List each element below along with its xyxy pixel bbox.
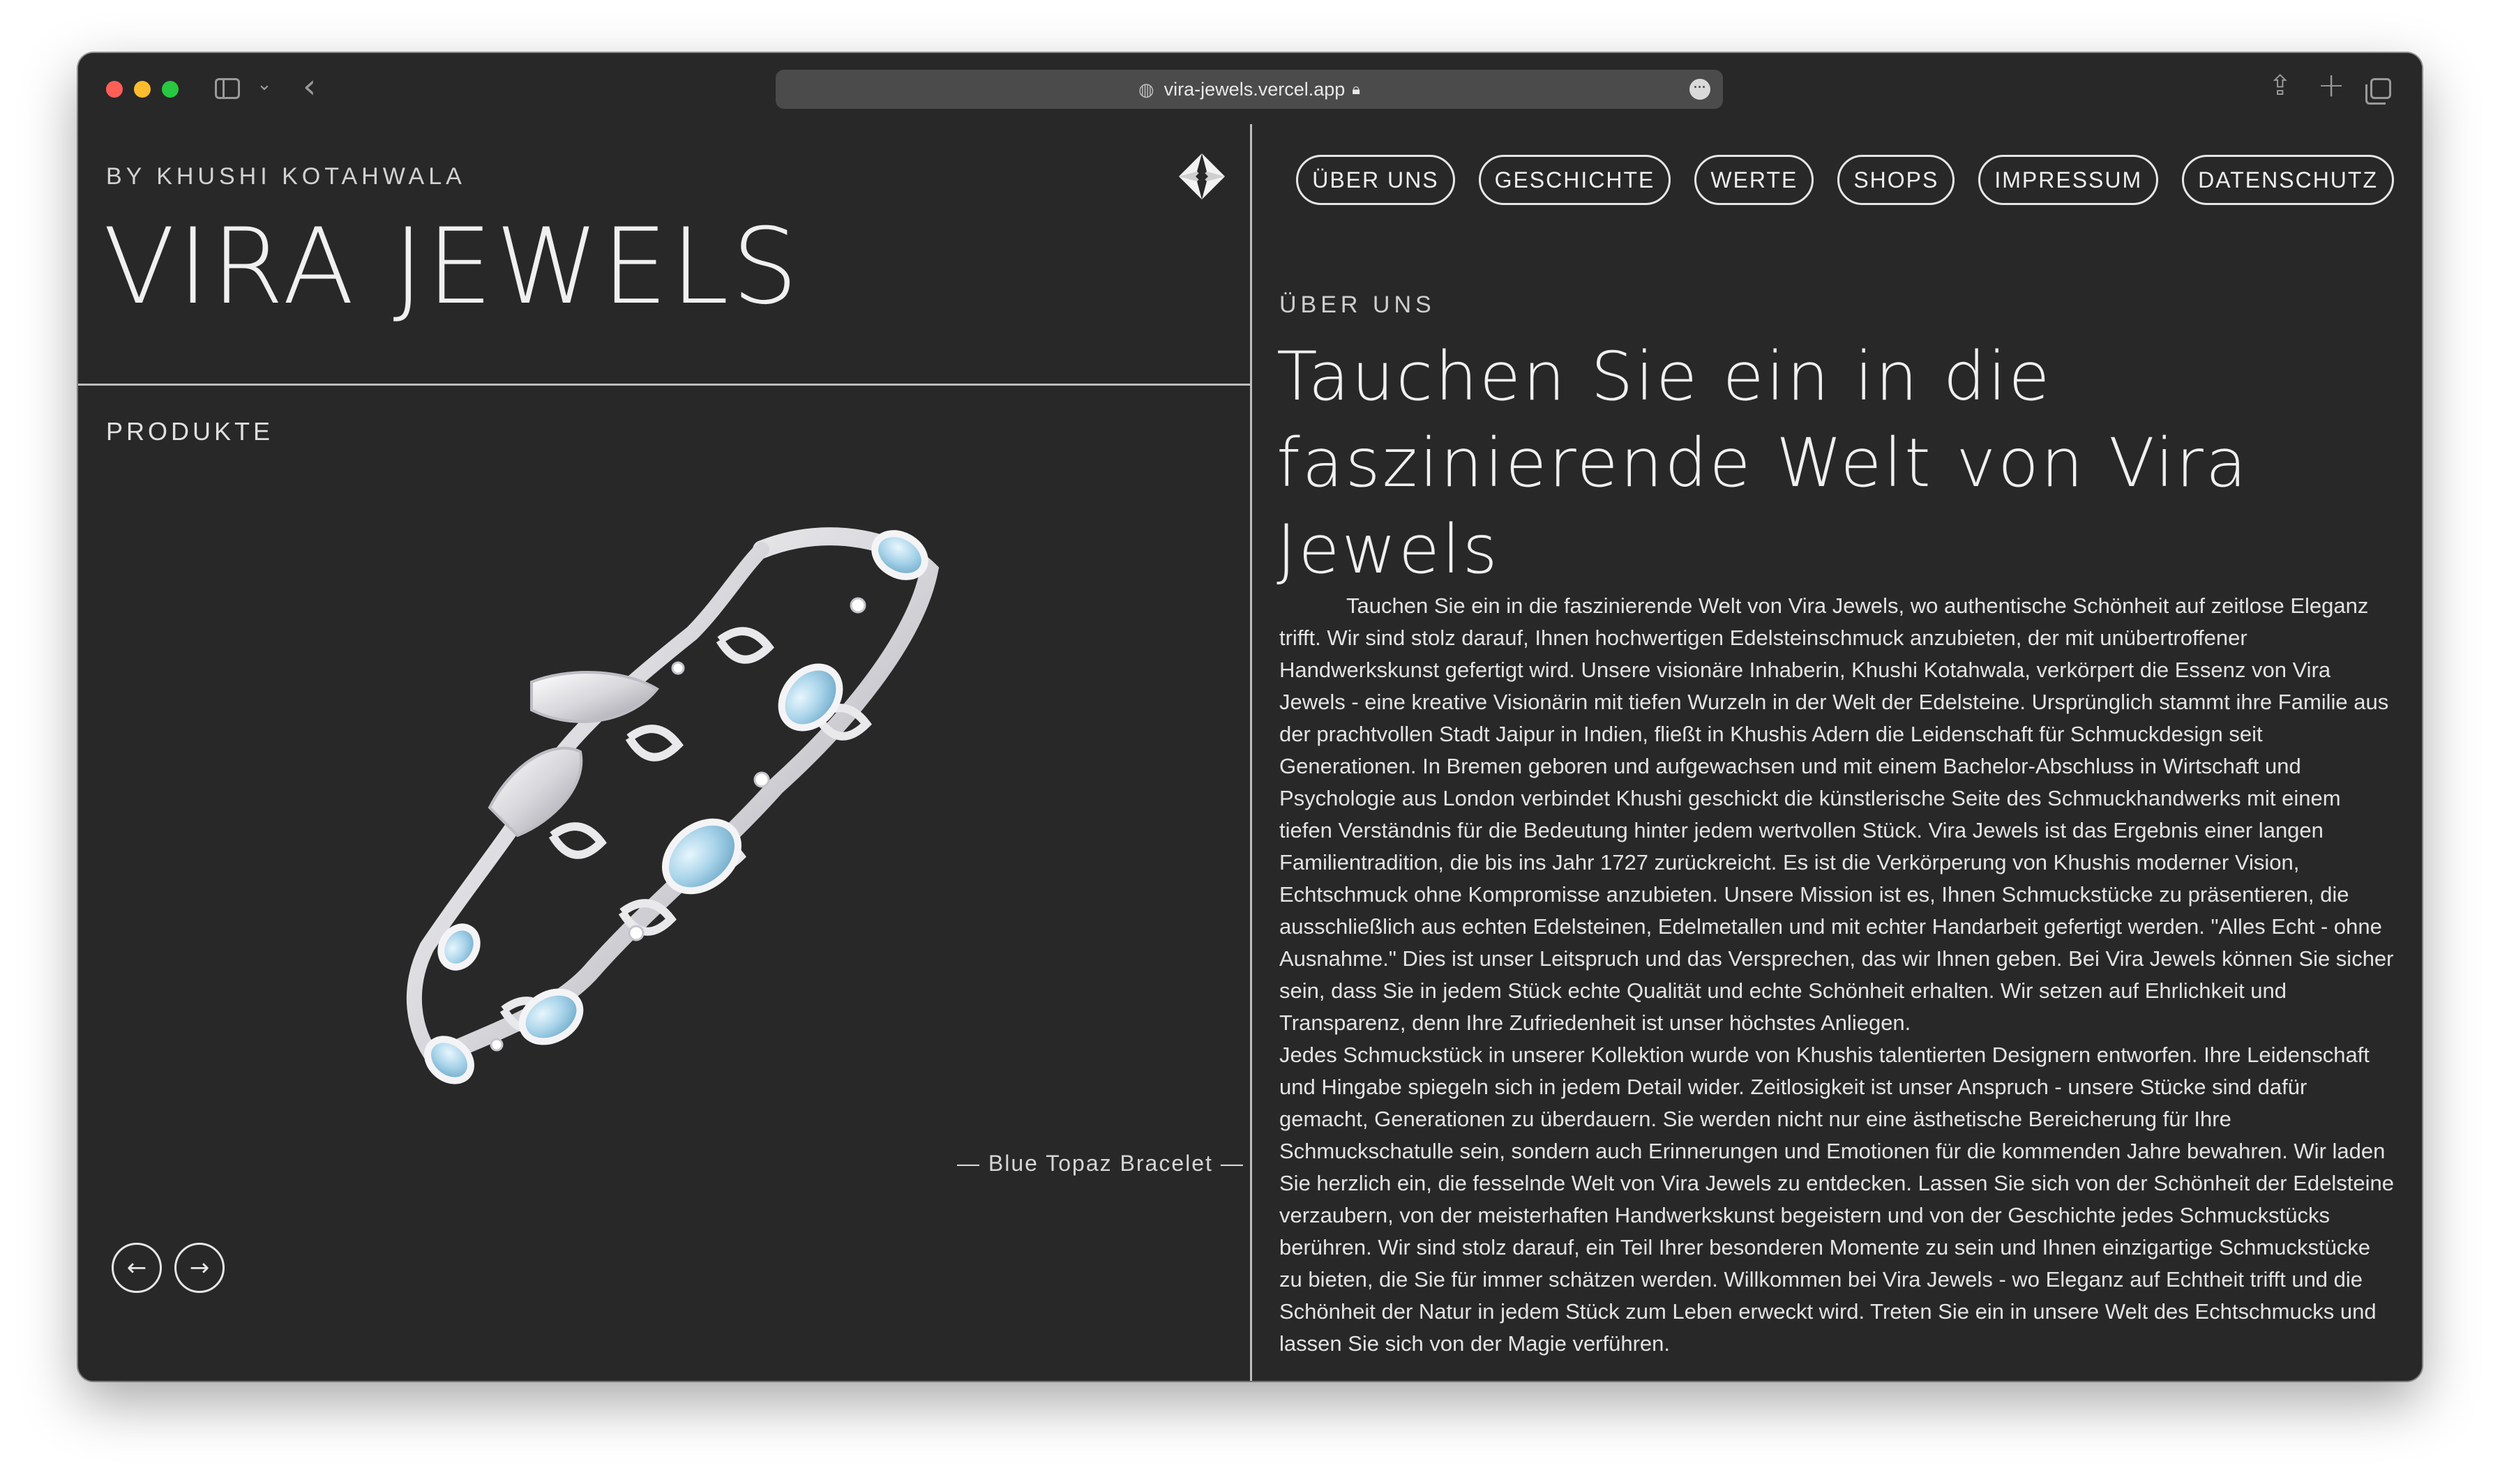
nav-datenschutz[interactable]: DATENSCHUTZ <box>2182 155 2394 205</box>
globe-icon: ◍ <box>1138 78 1154 100</box>
tab-overview-icon[interactable] <box>2365 78 2391 105</box>
about-paragraph-1: Tauchen Sie ein in die faszinierende Wel… <box>1279 593 2394 1035</box>
nav-impressum[interactable]: IMPRESSUM <box>1978 155 2159 205</box>
vertical-divider <box>1250 124 1252 1381</box>
back-icon[interactable]: ‹ <box>303 67 316 106</box>
url-text: vira-jewels.vercel.app <box>1164 78 1346 100</box>
browser-toolbar: ⌄ ‹ ◍ vira-jewels.vercel.app 🔒︎ ··· ⇪ + <box>78 53 2422 124</box>
close-window-button[interactable] <box>106 81 123 98</box>
new-tab-icon[interactable]: + <box>2317 66 2345 105</box>
more-icon[interactable]: ··· <box>1689 79 1710 100</box>
brand-title[interactable]: VIRA JEWELS <box>103 215 801 319</box>
minimize-window-button[interactable] <box>134 81 151 98</box>
about-body: Tauchen Sie ein in die faszinierende Wel… <box>1279 590 2395 1360</box>
horizontal-divider <box>78 384 1250 386</box>
address-bar[interactable]: ◍ vira-jewels.vercel.app 🔒︎ ··· <box>776 70 1723 109</box>
nav-ueber-uns[interactable]: ÜBER UNS <box>1296 155 1455 205</box>
products-label: PRODUKTE <box>106 417 274 446</box>
bracelet-product-image[interactable] <box>329 459 1124 1142</box>
share-icon[interactable]: ⇪ <box>2268 70 2292 102</box>
main-navigation: ÜBER UNS GESCHICHTE WERTE SHOPS IMPRESSU… <box>1296 155 2394 205</box>
byline: BY KHUSHI KOTAHWALA <box>106 163 466 190</box>
about-paragraph-2: Jedes Schmuckstück in unserer Kollektion… <box>1279 1043 2394 1356</box>
previous-product-button[interactable]: ← <box>112 1243 162 1293</box>
browser-window: ⌄ ‹ ◍ vira-jewels.vercel.app 🔒︎ ··· ⇪ + … <box>78 53 2422 1381</box>
product-caption: — Blue Topaz Bracelet — <box>957 1151 1244 1176</box>
zoom-window-button[interactable] <box>162 81 179 98</box>
diamond-logo-icon[interactable] <box>1177 152 1226 201</box>
page-content: BY KHUSHI KOTAHWALA VIRA JEWELS ÜBER UNS… <box>78 124 2422 1381</box>
about-heading: Tauchen Sie ein in die faszinierende Wel… <box>1277 338 2249 589</box>
chevron-down-icon[interactable]: ⌄ <box>257 74 272 95</box>
about-eyebrow: ÜBER UNS <box>1279 292 1436 318</box>
nav-werte[interactable]: WERTE <box>1694 155 1814 205</box>
nav-shops[interactable]: SHOPS <box>1837 155 1955 205</box>
nav-geschichte[interactable]: GESCHICHTE <box>1478 155 1671 205</box>
sidebar-toggle-icon[interactable] <box>215 78 240 99</box>
lock-icon: 🔒︎ <box>1352 80 1360 98</box>
next-product-button[interactable]: → <box>174 1243 225 1293</box>
